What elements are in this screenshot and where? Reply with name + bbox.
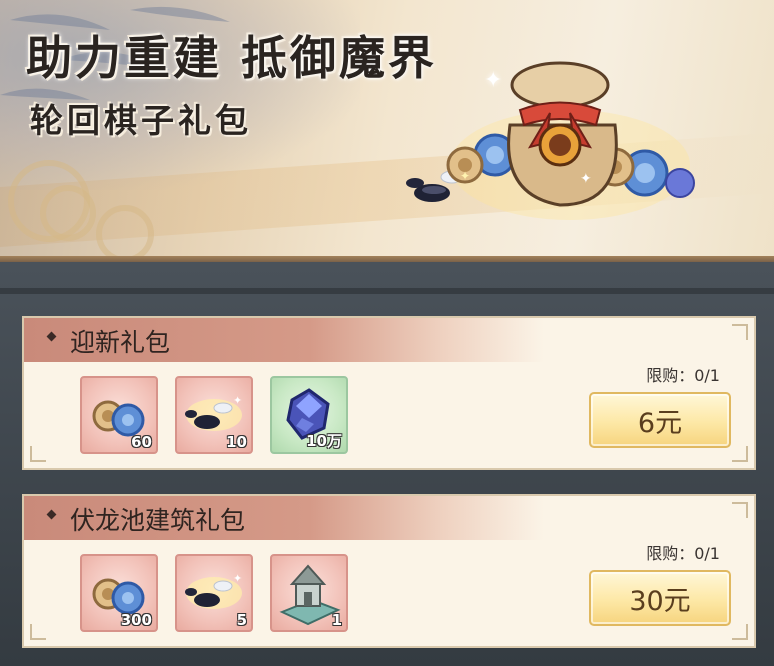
item-quantity: 5	[236, 611, 247, 629]
corner-ornament	[732, 624, 748, 640]
purchase-limit: 限购：0/1	[646, 366, 720, 385]
pack-item-slot[interactable]: 300	[80, 554, 158, 632]
svg-text:✦: ✦	[233, 572, 242, 585]
pack-title: 伏龙池建筑礼包	[70, 506, 246, 535]
item-quantity: 60	[131, 433, 152, 451]
gift-pack-screen: 助力重建 抵御魔界 轮回棋子礼包 ✦ ✦ ✦ 迎新礼包 60 ✦ 10 10万 …	[0, 0, 774, 666]
item-quantity: 10	[226, 433, 247, 451]
corner-ornament	[732, 324, 748, 340]
promo-banner: 助力重建 抵御魔界 轮回棋子礼包 ✦ ✦ ✦	[0, 0, 774, 262]
cloud-swirl-decoration	[96, 205, 154, 262]
corner-ornament	[732, 446, 748, 462]
svg-text:✦: ✦	[580, 171, 592, 187]
buy-button[interactable]: 30元	[589, 570, 731, 626]
pack-item-slot[interactable]: 10万	[270, 376, 348, 454]
banner-title: 助力重建 抵御魔界	[26, 31, 438, 85]
pack-card: 迎新礼包 60 ✦ 10 10万 限购：0/1 6元	[22, 316, 756, 470]
corner-ornament	[732, 502, 748, 518]
purchase-limit: 限购：0/1	[646, 544, 720, 563]
item-quantity: 300	[120, 611, 152, 629]
pack-item-slot[interactable]: ✦ 5	[175, 554, 253, 632]
pack-item-slot[interactable]: ✦ 10	[175, 376, 253, 454]
svg-text:✦: ✦	[460, 169, 470, 183]
banner-subtitle: 轮回棋子礼包	[30, 101, 252, 140]
pack-card: 伏龙池建筑礼包 300 ✦ 5 1 限购：0/1 30元	[22, 494, 756, 648]
pack-title: 迎新礼包	[70, 328, 171, 357]
buy-button[interactable]: 6元	[589, 392, 731, 448]
pack-item-slot[interactable]: 1	[270, 554, 348, 632]
pack-item-slot[interactable]: 60	[80, 376, 158, 454]
svg-text:✦: ✦	[233, 394, 242, 407]
divider-strip	[0, 288, 774, 294]
corner-ornament	[30, 624, 46, 640]
corner-ornament	[30, 446, 46, 462]
cloud-swirl-decoration	[40, 185, 96, 241]
gift-bag-illustration: ✦ ✦	[406, 61, 695, 220]
item-quantity: 10万	[306, 432, 342, 450]
item-quantity: 1	[331, 611, 342, 629]
